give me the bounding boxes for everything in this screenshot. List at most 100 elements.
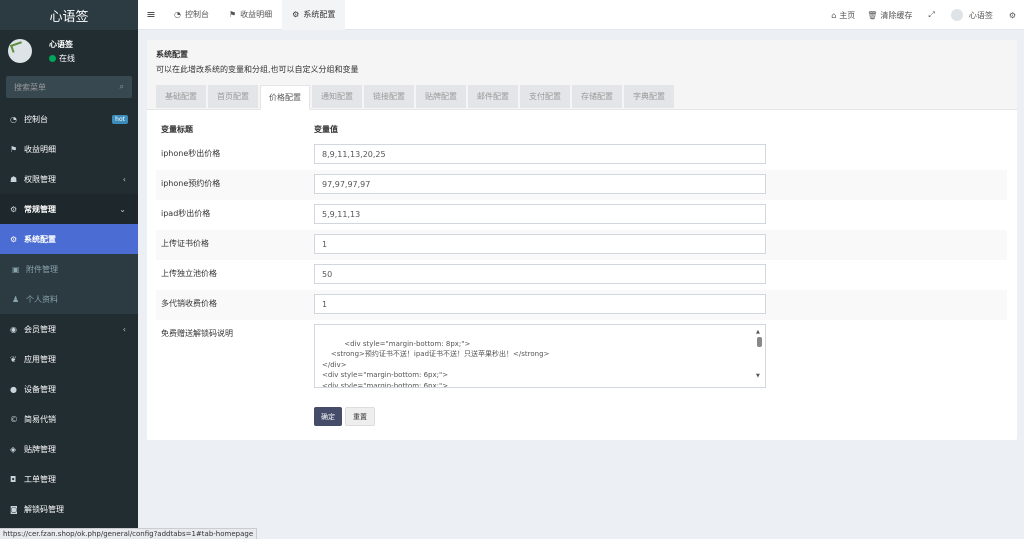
scroll-thumb[interactable] bbox=[757, 337, 762, 347]
tab-dashboard[interactable]: ◔ 控制台 bbox=[164, 0, 219, 30]
sidebar-item-label: 工单管理 bbox=[24, 474, 56, 484]
scroll-up-icon[interactable]: ▲ bbox=[756, 327, 760, 338]
user-panel: 心语签 在线 bbox=[0, 30, 138, 72]
tab-dictionary[interactable]: 字典配置 bbox=[624, 85, 674, 108]
sidebar-item-label: 简易代销 bbox=[24, 414, 56, 424]
dashboard-icon: ◔ bbox=[10, 114, 17, 124]
status-text: 在线 bbox=[59, 53, 75, 63]
config-tabs: 基础配置 首页配置 价格配置 通知配置 链接配置 贴牌配置 邮件配置 支付配置 … bbox=[156, 85, 1008, 110]
tab-homepage[interactable]: 首页配置 bbox=[208, 85, 258, 108]
sidebar-item-label: 常规管理 bbox=[24, 204, 56, 214]
menu-toggle-icon[interactable]: ≡ bbox=[138, 8, 164, 21]
row-label: 上传独立池价格 bbox=[161, 269, 217, 278]
row-label: iphone秒出价格 bbox=[161, 149, 221, 158]
settings-gear-icon[interactable]: ⚙ bbox=[999, 11, 1024, 20]
sidebar-item-general[interactable]: ⚙ 常规管理 ⌄ bbox=[0, 194, 138, 224]
sidebar-item-label: 个人资料 bbox=[26, 294, 58, 304]
user-circle-icon: ◉ bbox=[10, 324, 17, 334]
avatar bbox=[8, 39, 32, 63]
file-image-icon: ▣ bbox=[12, 264, 20, 274]
tags-icon: ◈ bbox=[10, 444, 17, 454]
config-table: 变量标题 变量值 iphone秒出价格 8,9,11,13,20,25 ipho… bbox=[156, 118, 1007, 426]
free-unlock-code-textarea[interactable]: <div style="margin-bottom: 8px;"> <stron… bbox=[314, 324, 766, 388]
textarea-scrollbar[interactable]: ▲ ▼ bbox=[756, 327, 763, 385]
sidebar-item-label: 会员管理 bbox=[24, 324, 56, 334]
sidebar-item-profile[interactable]: ♟ 个人资料 bbox=[0, 284, 138, 314]
home-label: 主页 bbox=[839, 10, 856, 20]
tab-label: 系统配置 bbox=[303, 10, 336, 19]
user-menu-label: 心语签 bbox=[968, 10, 993, 20]
user-menu[interactable]: 心语签 bbox=[945, 9, 999, 21]
tab-earnings[interactable]: ⚑ 收益明细 bbox=[219, 0, 282, 30]
sidebar-item-earnings[interactable]: ⚑ 收益明细 bbox=[0, 134, 138, 164]
top-navbar: ≡ ◔ 控制台 ⚑ 收益明细 ⚙ 系统配置 ⌂ 主页 🗑 清除缓存 ⤢ 心语签 ⚙ bbox=[138, 0, 1024, 30]
table-row: 免费赠送解锁码说明 <div style="margin-bottom: 8px… bbox=[156, 320, 1007, 394]
tab-branding[interactable]: 贴牌配置 bbox=[416, 85, 466, 108]
user-icon: ♟ bbox=[12, 294, 20, 304]
config-panel: 系统配置 可以在此增改系统的变量和分组,也可以自定义分组和变量 基础配置 首页配… bbox=[147, 40, 1017, 440]
sidebar-item-label: 贴牌管理 bbox=[24, 444, 56, 454]
tab-storage[interactable]: 存储配置 bbox=[572, 85, 622, 108]
sidebar-item-label: 解锁码管理 bbox=[24, 504, 64, 514]
flag-icon: ⚑ bbox=[10, 144, 18, 154]
sidebar-item-apps[interactable]: ❦ 应用管理 bbox=[0, 344, 138, 374]
fullscreen-icon[interactable]: ⤢ bbox=[918, 10, 944, 20]
sidebar-item-tickets[interactable]: ◘ 工单管理 bbox=[0, 464, 138, 494]
sidebar-item-permissions[interactable]: ☗ 权限管理 ‹ bbox=[0, 164, 138, 194]
form-actions: 确定 重置 bbox=[314, 407, 1007, 426]
clear-cache-button[interactable]: 🗑 清除缓存 bbox=[861, 10, 918, 21]
sidebar-item-members[interactable]: ◉ 会员管理 ‹ bbox=[0, 314, 138, 344]
table-row: 上传独立池价格 50 bbox=[156, 260, 1007, 290]
tab-basic[interactable]: 基础配置 bbox=[156, 85, 206, 108]
iphone-instant-price-input[interactable]: 8,9,11,13,20,25 bbox=[314, 144, 766, 164]
scroll-down-icon[interactable]: ▼ bbox=[756, 371, 760, 382]
tab-notify[interactable]: 通知配置 bbox=[312, 85, 362, 108]
search-icon[interactable]: ⌕ bbox=[120, 82, 124, 92]
app-logo[interactable]: 心语签 bbox=[0, 0, 138, 30]
browser-status-bar: https://cer.fzan.shop/ok.php/general/con… bbox=[0, 528, 258, 539]
row-label: 免费赠送解锁码说明 bbox=[161, 329, 233, 338]
row-label: iphone预约价格 bbox=[156, 170, 309, 200]
avatar bbox=[950, 9, 963, 21]
sidebar-item-devices[interactable]: ● 设备管理 bbox=[0, 374, 138, 404]
cog-icon: ⚙ bbox=[292, 10, 300, 19]
sidebar-item-unlock-codes[interactable]: ◙ 解锁码管理 bbox=[0, 494, 138, 524]
tab-price[interactable]: 价格配置 bbox=[260, 85, 310, 110]
tab-email[interactable]: 邮件配置 bbox=[468, 85, 518, 108]
upload-cert-price-input[interactable]: 1 bbox=[314, 234, 766, 254]
sidebar-item-resale[interactable]: © 简易代销 bbox=[0, 404, 138, 434]
column-header-title: 变量标题 bbox=[161, 124, 193, 134]
sidebar-item-dashboard[interactable]: ◔ 控制台 hot bbox=[0, 104, 138, 134]
sidebar-item-branding[interactable]: ◈ 贴牌管理 bbox=[0, 434, 138, 464]
tab-label: 控制台 bbox=[184, 10, 209, 19]
search-input[interactable]: 搜索菜单 bbox=[14, 82, 46, 93]
confirm-button[interactable]: 确定 bbox=[314, 407, 342, 426]
iphone-reserve-price-input[interactable]: 97,97,97,97 bbox=[314, 174, 766, 194]
row-label: 多代销收费价格 bbox=[156, 290, 309, 320]
online-dot-icon bbox=[49, 54, 56, 62]
cog-icon: ⚙ bbox=[10, 234, 18, 244]
sidebar-search[interactable]: 搜索菜单 ⌕ bbox=[6, 76, 132, 98]
flag-icon: ⚑ bbox=[228, 10, 237, 19]
tab-payment[interactable]: 支付配置 bbox=[520, 85, 570, 108]
sidebar-item-label: 附件管理 bbox=[26, 264, 58, 274]
reset-button[interactable]: 重置 bbox=[345, 407, 375, 426]
home-link[interactable]: ⌂ 主页 bbox=[825, 10, 861, 21]
tab-system-config[interactable]: ⚙ 系统配置 bbox=[282, 0, 346, 30]
sidebar-item-label: 设备管理 bbox=[24, 384, 56, 394]
sidebar-item-label: 权限管理 bbox=[24, 174, 56, 184]
row-label: ipad秒出价格 bbox=[161, 209, 211, 218]
chevron-down-icon: ⌄ bbox=[119, 204, 126, 214]
leaf-icon: ❦ bbox=[10, 354, 17, 364]
sidebar-menu: ◔ 控制台 hot ⚑ 收益明细 ☗ 权限管理 ‹ ⚙ 常规管理 ⌄ ⚙ 系统配置 ▣ 附件管理 … bbox=[0, 104, 138, 524]
table-row: 上传证书价格 1 bbox=[156, 230, 1007, 260]
sidebar-item-label: 收益明细 bbox=[24, 144, 56, 154]
multi-resale-price-input[interactable]: 1 bbox=[314, 294, 766, 314]
upload-pool-price-input[interactable]: 50 bbox=[314, 264, 766, 284]
user-status: 在线 bbox=[49, 53, 75, 64]
tab-links[interactable]: 链接配置 bbox=[364, 85, 414, 108]
sidebar-item-attachments[interactable]: ▣ 附件管理 bbox=[0, 254, 138, 284]
panel-description: 可以在此增改系统的变量和分组,也可以自定义分组和变量 bbox=[156, 65, 359, 74]
sidebar-item-system-config[interactable]: ⚙ 系统配置 bbox=[0, 224, 138, 254]
ipad-instant-price-input[interactable]: 5,9,11,13 bbox=[314, 204, 766, 224]
